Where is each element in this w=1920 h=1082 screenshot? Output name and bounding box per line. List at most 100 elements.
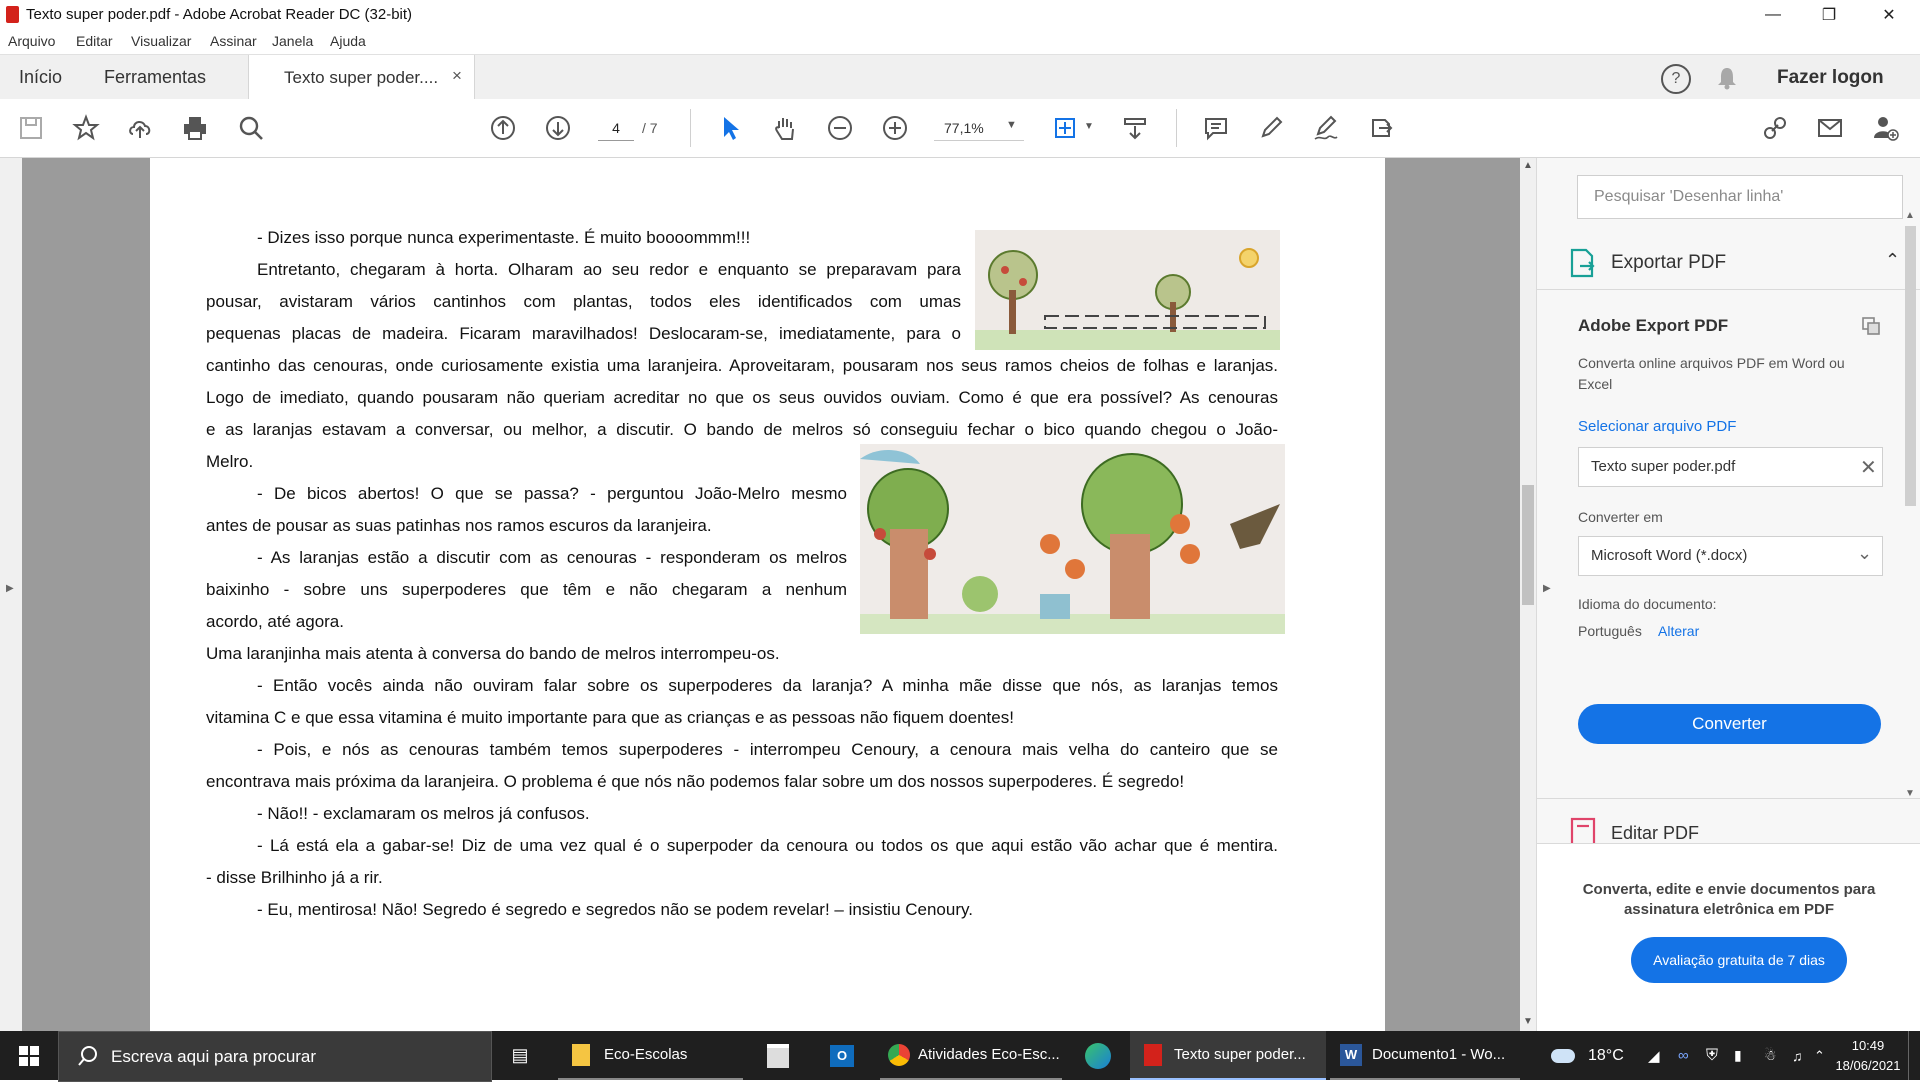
comment-icon[interactable] [1199, 111, 1233, 145]
temperature[interactable]: 18°C [1588, 1031, 1624, 1080]
speaker-icon[interactable]: ♫ [1792, 1031, 1803, 1080]
chevron-right-icon: ▶ [6, 583, 14, 594]
store-icon[interactable] [758, 1031, 798, 1080]
divider [1537, 798, 1920, 799]
close-button[interactable]: ✕ [1866, 0, 1912, 30]
task-view-icon[interactable]: ▤ [500, 1031, 540, 1080]
menu-assinar[interactable]: Assinar [210, 33, 257, 49]
document-scrollbar[interactable]: ▲ ▼ [1520, 158, 1536, 1031]
scroll-mode-icon[interactable] [1118, 111, 1152, 145]
tab-tools[interactable]: Ferramentas [104, 67, 206, 88]
taskbar-search-box[interactable]: Escreva aqui para procurar [58, 1031, 492, 1082]
zoom-out-icon[interactable] [823, 111, 857, 145]
wifi-icon[interactable]: ☃ [1764, 1031, 1777, 1080]
help-icon[interactable]: ? [1661, 64, 1691, 94]
edit-pdf-icon [1570, 817, 1596, 843]
star-icon[interactable] [69, 111, 103, 145]
menu-ajuda[interactable]: Ajuda [330, 33, 366, 49]
chrome-icon [888, 1043, 910, 1066]
paragraph-line: vitamina C e que essa vitamina é muito i… [206, 708, 1014, 727]
fit-page-icon[interactable] [1048, 111, 1082, 145]
page-down-icon[interactable] [541, 111, 575, 145]
link-share-icon[interactable] [1758, 111, 1792, 145]
free-trial-button[interactable]: Avaliação gratuita de 7 dias [1631, 937, 1847, 983]
minimize-button[interactable]: — [1750, 0, 1796, 30]
bluetooth-icon[interactable]: ∞ [1678, 1031, 1689, 1080]
pane-scrollbar-thumb[interactable] [1905, 226, 1916, 506]
zoom-select[interactable]: 77,1% ▼ [934, 116, 1024, 141]
select-file-link[interactable]: Selecionar arquivo PDF [1578, 418, 1736, 435]
taskbar: Escreva aqui para procurar ▤ Eco-Escolas… [0, 1031, 1920, 1082]
print-icon[interactable] [178, 111, 212, 145]
paragraph-line: cantinho das cenouras, onde curiosamente… [206, 356, 1278, 375]
battery-icon[interactable]: ▮ [1734, 1031, 1742, 1080]
search-tools-input[interactable]: Pesquisar 'Desenhar linha' [1577, 175, 1903, 219]
convert-format-select[interactable]: Microsoft Word (*.docx) ⌄ [1578, 536, 1883, 576]
paragraph-line: - Eu, mentirosa! Não! Segredo é segredo … [257, 900, 973, 919]
document-viewport[interactable]: - Dizes isso porque nunca experimentaste… [22, 158, 1520, 1031]
collapse-pane-icon[interactable]: ▶ [1543, 583, 1551, 594]
share-tools-icon[interactable] [1364, 111, 1398, 145]
menu-arquivo[interactable]: Arquivo [8, 33, 55, 49]
taskbar-app-chrome[interactable]: Atividades Eco-Esc... [880, 1031, 1062, 1080]
navigation-pane-toggle[interactable]: ▶ [0, 158, 22, 1031]
scrollbar-thumb[interactable] [1522, 485, 1534, 605]
date: 18/06/2021 [1835, 1058, 1901, 1073]
chevron-up-icon[interactable]: ⌃ [1885, 250, 1900, 271]
edge-icon[interactable] [1076, 1031, 1120, 1080]
pane-scroll-down-icon[interactable]: ▼ [1905, 788, 1915, 799]
export-pdf-title: Exportar PDF [1611, 252, 1727, 273]
menu-editar[interactable]: Editar [76, 33, 113, 49]
pane-scrollbar[interactable]: ▲ ▼ [1901, 210, 1919, 800]
scroll-down-icon[interactable]: ▼ [1523, 1016, 1533, 1027]
selected-file-field[interactable]: Texto super poder.pdf ✕ [1578, 447, 1883, 487]
taskbar-app-acrobat[interactable]: Texto super poder... [1130, 1031, 1326, 1080]
search-placeholder: Pesquisar 'Desenhar linha' [1594, 188, 1784, 205]
security-shield-icon[interactable]: ⛨ [1706, 1031, 1718, 1080]
tab-home[interactable]: Início [19, 67, 62, 88]
export-pdf-header[interactable]: Exportar PDF ⌃ [1559, 238, 1909, 288]
volume-icon[interactable]: ◢ [1648, 1031, 1660, 1080]
highlight-pen-icon[interactable] [1254, 111, 1288, 145]
select-cursor-icon[interactable] [713, 111, 747, 145]
edit-pdf-header[interactable]: Editar PDF [1559, 813, 1909, 843]
clock[interactable]: 10:49 18/06/2021 [1832, 1036, 1904, 1076]
outlook-icon[interactable]: O [822, 1031, 862, 1080]
page-up-icon[interactable] [486, 111, 520, 145]
window-title: Texto super poder.pdf - Adobe Acrobat Re… [26, 6, 413, 23]
taskbar-app-word[interactable]: W Documento1 - Wo... [1330, 1031, 1520, 1080]
menu-janela[interactable]: Janela [272, 33, 313, 49]
zoom-in-icon[interactable] [878, 111, 912, 145]
taskbar-app-eco-escolas[interactable]: Eco-Escolas [558, 1031, 743, 1080]
upload-icon[interactable] [123, 111, 157, 145]
bell-icon[interactable] [1714, 65, 1740, 91]
pane-scroll-up-icon[interactable]: ▲ [1905, 210, 1915, 221]
close-tab-icon[interactable]: × [452, 66, 462, 86]
chevron-up-icon[interactable]: ⌃ [1814, 1031, 1825, 1080]
clear-file-icon[interactable]: ✕ [1860, 455, 1877, 480]
fit-dropdown-icon[interactable]: ▼ [1084, 121, 1094, 132]
sign-icon[interactable] [1309, 111, 1343, 145]
copy-icon[interactable] [1861, 316, 1881, 336]
add-user-icon[interactable] [1868, 111, 1902, 145]
login-link[interactable]: Fazer logon [1777, 67, 1884, 89]
page-number-input[interactable]: 4 [598, 116, 634, 141]
paragraph-line: antes de pousar as suas patinhas nos ram… [206, 516, 712, 535]
mail-icon[interactable] [1813, 111, 1847, 145]
windows-start-icon[interactable] [0, 1031, 58, 1080]
paragraph-line: Melro. [206, 452, 254, 471]
change-language-link[interactable]: Alterar [1658, 623, 1699, 639]
hand-tool-icon[interactable] [768, 111, 802, 145]
divider [1537, 289, 1920, 290]
convert-button[interactable]: Converter [1578, 704, 1881, 744]
save-icon[interactable] [14, 111, 48, 145]
maximize-button[interactable]: ❐ [1806, 0, 1852, 30]
tab-document[interactable]: Texto super poder.... × [248, 55, 475, 100]
zoom-search-icon[interactable] [234, 111, 268, 145]
weather-cloud-icon[interactable] [1548, 1031, 1578, 1080]
show-desktop-button[interactable] [1908, 1031, 1909, 1080]
menu-visualizar[interactable]: Visualizar [131, 33, 191, 49]
convert-format-value: Microsoft Word (*.docx) [1591, 547, 1748, 564]
scroll-up-icon[interactable]: ▲ [1523, 160, 1533, 171]
paragraph-line: baixinho - sobre uns superpoderes que tê… [206, 580, 847, 599]
